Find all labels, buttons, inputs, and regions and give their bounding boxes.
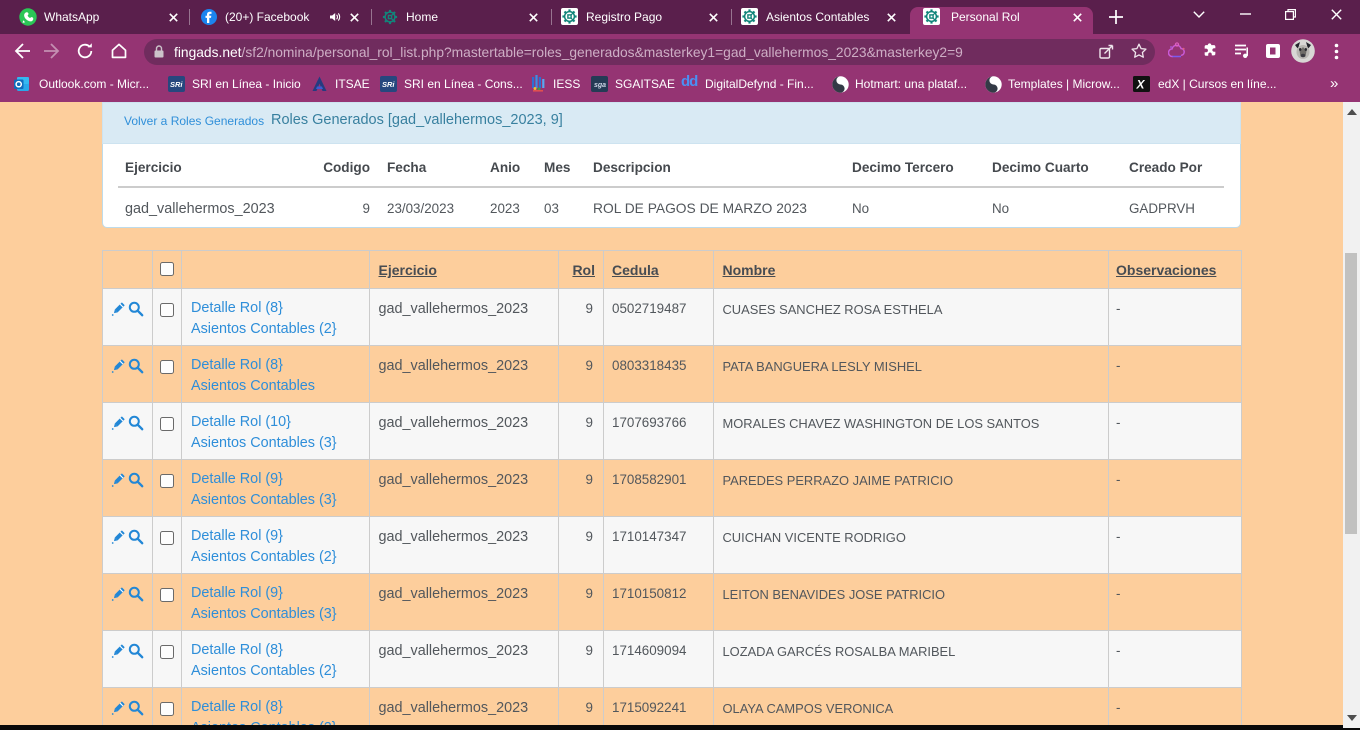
svg-text:SRi: SRi — [170, 80, 183, 89]
svg-text:sga: sga — [594, 82, 606, 89]
svg-text:X: X — [1136, 78, 1146, 92]
svg-text:SRi: SRi — [382, 80, 395, 89]
